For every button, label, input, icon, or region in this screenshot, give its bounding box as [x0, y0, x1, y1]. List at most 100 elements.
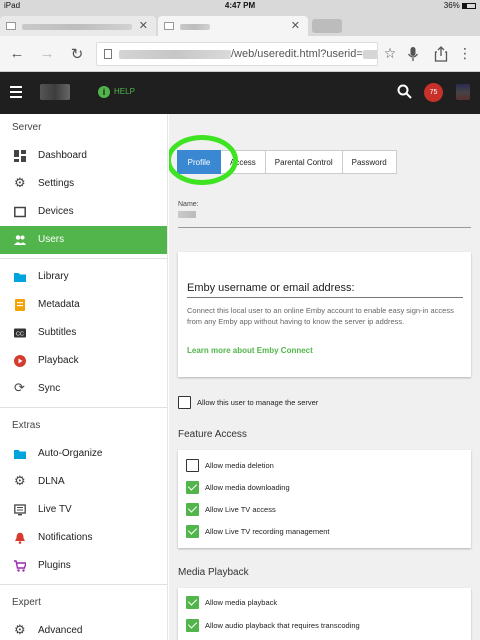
sidebar-item-sync[interactable]: ⟳ Sync — [0, 375, 167, 403]
option-label: Allow media downloading — [205, 483, 290, 492]
new-tab-button[interactable] — [312, 19, 342, 33]
name-field[interactable] — [178, 227, 471, 228]
sidebar-item-settings[interactable]: ⚙ Settings — [0, 170, 167, 198]
sidebar-item-label: Auto-Organize — [38, 448, 103, 459]
tab-favicon — [164, 22, 174, 30]
search-icon[interactable] — [396, 83, 414, 101]
battery-indicator: 36% — [444, 1, 476, 10]
folder-icon — [14, 450, 26, 459]
sidebar-item-library[interactable]: Library — [0, 263, 167, 291]
url-host-redacted — [119, 49, 231, 59]
sidebar-item-label: Dashboard — [38, 150, 87, 161]
emby-connect-label: Emby username or email address: — [187, 282, 355, 294]
share-icon[interactable] — [432, 46, 450, 62]
learn-more-link[interactable]: Learn more about Emby Connect — [187, 346, 313, 355]
live-tv-access-checkbox[interactable] — [186, 503, 199, 516]
tab-password[interactable]: Password — [342, 150, 397, 174]
more-menu-icon[interactable]: ⋮ — [456, 45, 474, 62]
close-tab-icon[interactable]: ✕ — [139, 19, 148, 32]
browser-tab-2[interactable]: ✕ — [158, 16, 308, 36]
sidebar-item-auto-organize[interactable]: Auto-Organize — [0, 440, 167, 468]
sidebar-item-label: Metadata — [38, 299, 80, 310]
dashboard-icon — [14, 150, 26, 162]
sidebar-item-label: Playback — [38, 355, 79, 366]
audio-transcoding-checkbox[interactable] — [186, 619, 199, 632]
media-playback-heading: Media Playback — [178, 567, 249, 578]
sidebar-section-server: Server — [12, 122, 42, 133]
emby-connect-card: Emby username or email address: Connect … — [178, 252, 471, 377]
sidebar-item-notifications[interactable]: Notifications — [0, 524, 167, 552]
sidebar-item-plugins[interactable]: Plugins — [0, 552, 167, 580]
media-deletion-checkbox[interactable] — [186, 459, 199, 472]
address-bar[interactable]: /web/useredit.html?userid= — [96, 42, 378, 66]
forward-arrow-icon[interactable]: → — [38, 45, 56, 62]
sidebar-item-devices[interactable]: Devices — [0, 198, 167, 226]
sidebar-item-label: Subtitles — [38, 327, 77, 338]
tab-parental-control[interactable]: Parental Control — [265, 150, 343, 174]
highlight-circle-annotation — [169, 135, 238, 185]
back-arrow-icon[interactable]: ← — [8, 45, 26, 62]
sidebar-item-dashboard[interactable]: Dashboard — [0, 142, 167, 170]
browser-tab-1[interactable]: ✕ — [0, 16, 156, 36]
page-icon — [104, 49, 112, 59]
user-edit-content: Profile Access Parental Control Password… — [169, 114, 480, 640]
gear-icon: ⚙ — [14, 175, 26, 190]
sidebar-item-advanced[interactable]: ⚙ Advanced — [0, 617, 167, 640]
url-id-redacted — [362, 49, 377, 59]
bell-icon — [15, 532, 25, 544]
reload-icon[interactable]: ↻ — [68, 45, 86, 63]
feature-access-card: Allow media deletion Allow media downloa… — [178, 450, 471, 548]
tab-favicon — [6, 22, 16, 30]
name-label: Name: — [178, 201, 199, 208]
battery-icon — [462, 2, 476, 9]
sidebar-item-label: Notifications — [38, 532, 93, 543]
browser-tab-strip: ✕ ✕ — [0, 12, 480, 36]
live-tv-recording-checkbox[interactable] — [186, 525, 199, 538]
sidebar-item-playback[interactable]: Playback — [0, 347, 167, 375]
sidebar-item-live-tv[interactable]: Live TV — [0, 496, 167, 524]
hamburger-menu-icon[interactable] — [10, 86, 22, 98]
user-avatar[interactable] — [456, 84, 470, 100]
notifications-badge[interactable]: 75 — [424, 83, 443, 102]
devices-icon — [14, 206, 26, 218]
close-tab-icon[interactable]: ✕ — [291, 19, 300, 32]
sidebar-item-users[interactable]: Users — [0, 226, 167, 254]
emby-connect-input[interactable] — [187, 297, 463, 298]
emby-connect-description: Connect this local user to an online Emb… — [187, 306, 454, 326]
app-header: i HELP 75 — [0, 72, 480, 114]
svg-text:CC: CC — [16, 332, 24, 338]
media-downloading-checkbox[interactable] — [186, 481, 199, 494]
option-label: Allow media playback — [205, 598, 278, 607]
sidebar-section-extras: Extras — [12, 420, 41, 431]
option-label: Allow Live TV recording management — [205, 527, 330, 536]
tv-icon — [14, 504, 26, 516]
server-name-redacted — [40, 84, 70, 100]
sidebar-item-dlna[interactable]: ⚙ DLNA — [0, 468, 167, 496]
clock: 4:47 PM — [224, 1, 256, 10]
device-status-bar: iPad 4:47 PM 36% — [0, 0, 480, 12]
sidebar-item-label: Live TV — [38, 504, 72, 515]
microphone-icon[interactable] — [404, 46, 422, 62]
option-label: Allow audio playback that requires trans… — [205, 621, 360, 630]
sidebar-divider — [0, 584, 167, 585]
bookmark-star-icon[interactable]: ☆ — [381, 45, 399, 62]
help-link[interactable]: i HELP — [98, 86, 135, 98]
url-path: /web/useredit.html?userid= — [231, 48, 363, 61]
sidebar-item-label: Users — [38, 234, 65, 245]
option-label: Allow Live TV access — [205, 505, 276, 514]
folder-icon — [14, 273, 26, 282]
manage-server-label: Allow this user to manage the server — [197, 398, 319, 407]
sidebar-item-label: Settings — [38, 178, 75, 189]
media-playback-checkbox[interactable] — [186, 596, 199, 609]
sidebar-item-metadata[interactable]: Metadata — [0, 291, 167, 319]
sync-icon: ⟳ — [14, 380, 25, 395]
subtitles-icon: CC — [14, 328, 26, 338]
info-icon: i — [98, 86, 110, 98]
play-icon — [14, 355, 26, 367]
manage-server-checkbox[interactable] — [178, 396, 191, 409]
sidebar-item-subtitles[interactable]: CC Subtitles — [0, 319, 167, 347]
feature-access-heading: Feature Access — [178, 429, 247, 440]
sidebar-section-expert: Expert — [12, 597, 41, 608]
help-label: HELP — [114, 87, 135, 97]
users-icon — [14, 235, 26, 245]
